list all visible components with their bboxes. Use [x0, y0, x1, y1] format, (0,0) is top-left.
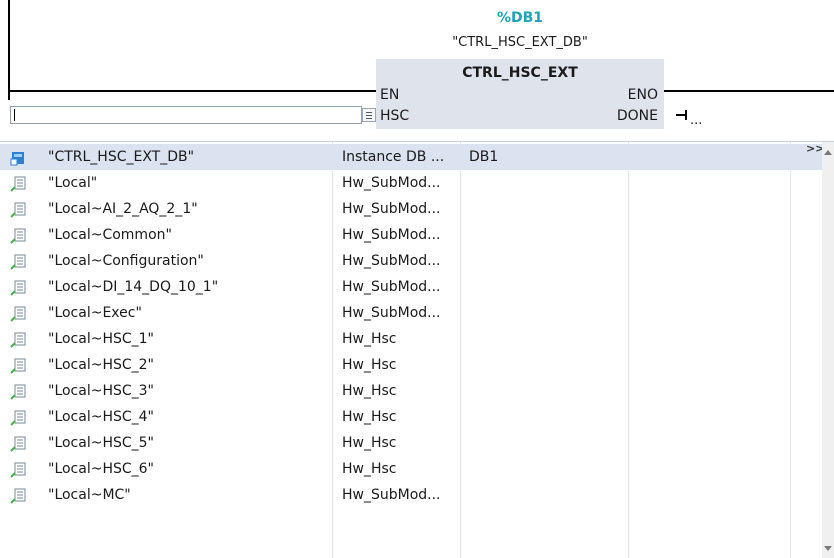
- tag-type: Hw_SubMod...: [342, 201, 441, 217]
- tag-autocomplete-list[interactable]: "CTRL_HSC_EXT_DB" Instance DB ... DB1 "Loca…: [0, 141, 834, 558]
- dropdown-scrollbar[interactable]: [822, 142, 834, 558]
- done-output-value[interactable]: ...: [690, 113, 702, 128]
- list-item[interactable]: "CTRL_HSC_EXT_DB" Instance DB ... DB1: [0, 144, 834, 170]
- hw-tag-icon: [10, 383, 26, 400]
- tag-name: "Local~HSC_1": [48, 331, 154, 347]
- instance-db-icon: [10, 149, 26, 166]
- tag-type: Hw_SubMod...: [342, 305, 441, 321]
- hw-tag-icon: [10, 305, 26, 322]
- hw-tag-icon: [10, 409, 26, 426]
- pin-eno: ENO: [627, 87, 658, 103]
- tag-name: "CTRL_HSC_EXT_DB": [48, 149, 195, 165]
- list-item[interactable]: "Local~AI_2_AQ_2_1" Hw_SubMod...: [0, 196, 834, 222]
- hw-tag-icon: [10, 279, 26, 296]
- tag-name: "Local~HSC_6": [48, 461, 154, 477]
- pin-en: EN: [380, 87, 400, 103]
- tag-type: Hw_SubMod...: [342, 487, 441, 503]
- list-item[interactable]: "Local~HSC_2" Hw_Hsc: [0, 352, 834, 378]
- scroll-down-icon[interactable]: [824, 546, 832, 551]
- scroll-up-icon[interactable]: [824, 150, 832, 155]
- tag-name: "Local~Configuration": [48, 253, 204, 269]
- function-block-title: CTRL_HSC_EXT: [462, 65, 578, 81]
- list-item[interactable]: "Local~HSC_1" Hw_Hsc: [0, 326, 834, 352]
- tag-type: Hw_Hsc: [342, 331, 397, 347]
- power-rail: [8, 0, 10, 100]
- list-item[interactable]: "Local~HSC_3" Hw_Hsc: [0, 378, 834, 404]
- tag-address: DB1: [469, 149, 499, 165]
- hw-tag-icon: [10, 487, 26, 504]
- list-item[interactable]: "Local~HSC_4" Hw_Hsc: [0, 404, 834, 430]
- instance-db-name[interactable]: "CTRL_HSC_EXT_DB": [400, 35, 640, 50]
- list-item[interactable]: "Local~Common" Hw_SubMod...: [0, 222, 834, 248]
- tag-type: Hw_SubMod...: [342, 253, 441, 269]
- tag-type: Hw_Hsc: [342, 409, 397, 425]
- tag-name: "Local~HSC_4": [48, 409, 154, 425]
- tag-name: "Local~Exec": [48, 305, 142, 321]
- hw-tag-icon: [10, 357, 26, 374]
- hw-tag-icon: [10, 253, 26, 270]
- pin-hsc: HSC: [380, 108, 410, 124]
- tag-type: Hw_SubMod...: [342, 227, 441, 243]
- hw-tag-icon: [10, 227, 26, 244]
- tag-name: "Local": [48, 175, 98, 191]
- hw-tag-icon: [10, 331, 26, 348]
- hw-tag-icon: [10, 201, 26, 218]
- list-item[interactable]: "Local~HSC_6" Hw_Hsc: [0, 456, 834, 482]
- tag-name: "Local~HSC_2": [48, 357, 154, 373]
- tag-name: "Local~AI_2_AQ_2_1": [48, 201, 198, 217]
- pin-done: DONE: [616, 108, 658, 124]
- tag-type: Hw_Hsc: [342, 461, 397, 477]
- function-block[interactable]: CTRL_HSC_EXT EN HSC ENO DONE: [376, 59, 664, 129]
- hsc-parameter-input[interactable]: [10, 106, 362, 124]
- tag-name: "Local~HSC_5": [48, 435, 154, 451]
- tag-type: Hw_Hsc: [342, 435, 397, 451]
- tag-name: "Local~DI_14_DQ_10_1": [48, 279, 219, 295]
- rung-line-eno: [664, 90, 834, 92]
- tag-name: "Local~Common": [48, 227, 172, 243]
- list-item[interactable]: "Local~MC" Hw_SubMod...: [0, 482, 834, 508]
- tag-name: "Local~HSC_3": [48, 383, 154, 399]
- list-item[interactable]: "Local~HSC_5" Hw_Hsc: [0, 430, 834, 456]
- done-output-tick: [685, 110, 687, 120]
- ladder-editor: %DB1 "CTRL_HSC_EXT_DB" CTRL_HSC_EXT EN H…: [0, 0, 834, 558]
- hw-tag-icon: [10, 175, 26, 192]
- list-item[interactable]: "Local" Hw_SubMod...: [0, 170, 834, 196]
- tag-type: Instance DB ...: [342, 149, 445, 165]
- instance-db-number[interactable]: %DB1: [440, 10, 600, 26]
- list-item[interactable]: "Local~Configuration" Hw_SubMod...: [0, 248, 834, 274]
- text-caret: [14, 109, 15, 121]
- tag-name: "Local~MC": [48, 487, 131, 503]
- list-item[interactable]: "Local~DI_14_DQ_10_1" Hw_SubMod...: [0, 274, 834, 300]
- tag-type: Hw_Hsc: [342, 383, 397, 399]
- tag-type: Hw_SubMod...: [342, 279, 441, 295]
- list-icon[interactable]: [362, 108, 376, 122]
- hw-tag-icon: [10, 435, 26, 452]
- hw-tag-icon: [10, 461, 26, 478]
- list-item[interactable]: "Local~Exec" Hw_SubMod...: [0, 300, 834, 326]
- tag-type: Hw_SubMod...: [342, 175, 441, 191]
- tag-type: Hw_Hsc: [342, 357, 397, 373]
- rung-line-en: [8, 90, 378, 92]
